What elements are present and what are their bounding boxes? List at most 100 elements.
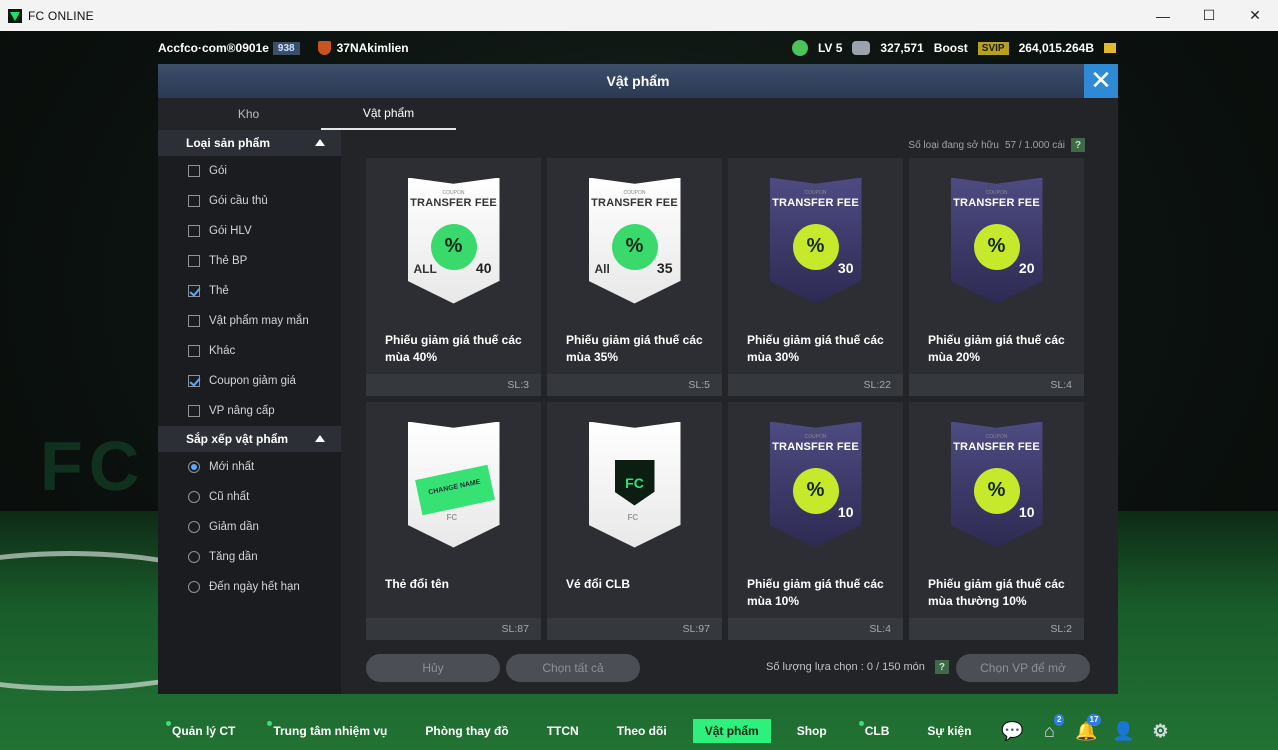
boost-label: Boost	[933, 41, 968, 55]
filter-option[interactable]: Gói HLV	[158, 216, 341, 246]
notification-badge: 17	[1086, 714, 1102, 726]
filter-title: Loại sản phẩm	[186, 136, 271, 150]
checkbox[interactable]	[188, 405, 200, 417]
sort-option[interactable]: Đến ngày hết hạn	[158, 572, 341, 602]
item-card[interactable]: COUPON TRANSFER FEE % 10 Phiếu giảm giá …	[909, 402, 1084, 640]
sort-header[interactable]: Sắp xếp vật phẩm	[158, 426, 341, 452]
close-icon[interactable]: ✕	[1084, 64, 1118, 98]
filter-option-label: Thẻ BP	[209, 255, 248, 267]
sort-option[interactable]: Giảm dần	[158, 512, 341, 542]
item-quantity: SL:5	[547, 374, 722, 396]
percent-seal-icon: %	[973, 223, 1020, 270]
filter-option-label: Vật phẩm may mắn	[209, 315, 309, 327]
checkbox[interactable]	[188, 315, 200, 327]
club-shield-icon	[317, 41, 331, 55]
coupon-title: TRANSFER FEE	[953, 440, 1040, 453]
nav-item[interactable]: Sự kiện	[915, 719, 983, 743]
coupon-title: TRANSFER FEE	[772, 196, 859, 209]
radio-button[interactable]	[188, 551, 200, 563]
filter-option[interactable]: Thẻ	[158, 276, 341, 306]
select-all-button[interactable]: Chọn tất cả	[506, 654, 640, 682]
filter-option[interactable]: Gói	[158, 156, 341, 186]
item-card[interactable]: COUPON TRANSFER FEE % 20 Phiếu giảm giá …	[909, 158, 1084, 396]
collapse-icon[interactable]	[315, 435, 325, 442]
item-name: Phiếu giảm giá thuế các mùa 10%	[747, 577, 884, 608]
level-text: LV 5	[817, 41, 843, 55]
sort-option[interactable]: Mới nhất	[158, 452, 341, 482]
filter-option[interactable]: Gói cầu thủ	[158, 186, 341, 216]
percent-seal-icon: %	[792, 467, 839, 514]
radio-button[interactable]	[188, 581, 200, 593]
checkbox[interactable]	[188, 225, 200, 237]
item-card[interactable]: FC FC Vé đổi CLB SL:97	[547, 402, 722, 640]
nav-item[interactable]: TTCN	[535, 719, 591, 743]
item-card[interactable]: CHANGE NAME FC Thẻ đổi tên SL:87	[366, 402, 541, 640]
coupon-small-label: COUPON	[623, 189, 646, 196]
radio-button[interactable]	[188, 491, 200, 503]
coupon-percent: 40	[475, 259, 492, 276]
nav-item[interactable]: Quản lý CT	[160, 719, 247, 743]
item-quantity: SL:87	[366, 618, 541, 640]
tab-vat-pham[interactable]: Vật phẩm	[321, 98, 456, 130]
items-dialog: Vật phẩm ✕ Kho Vật phẩm Loại sản phẩm Gó…	[158, 64, 1118, 694]
settings-icon[interactable]: ⚙	[1149, 721, 1171, 741]
owned-label: Số loại đang sở hữu	[908, 139, 999, 151]
coupon-title: TRANSFER FEE	[591, 196, 678, 209]
coupon-title: TRANSFER FEE	[772, 440, 859, 453]
settings-icon-glyph: ⚙	[1152, 721, 1169, 741]
item-card[interactable]: COUPON TRANSFER FEE % ALL 40 Phiếu giảm …	[366, 158, 541, 396]
tab-kho[interactable]: Kho	[158, 98, 339, 130]
filter-header[interactable]: Loại sản phẩm	[158, 130, 341, 156]
coupon-image: COUPON TRANSFER FEE % 20	[950, 177, 1043, 304]
sort-option-label: Tăng dần	[209, 551, 258, 563]
points-icon	[852, 41, 871, 55]
close-window-button[interactable]: ✕	[1232, 0, 1278, 31]
nav-item[interactable]: Vật phẩm	[692, 719, 771, 743]
help-icon[interactable]: ?	[1071, 138, 1085, 152]
filter-option[interactable]: VP nâng cấp	[158, 396, 341, 426]
nav-item[interactable]: Shop	[785, 719, 839, 743]
radio-button[interactable]	[188, 521, 200, 533]
coin-icon	[1104, 43, 1116, 53]
collapse-icon[interactable]	[315, 139, 325, 146]
checkbox[interactable]	[188, 255, 200, 267]
sort-option[interactable]: Cũ nhất	[158, 482, 341, 512]
coupon-image: COUPON TRANSFER FEE % ALL 40	[407, 177, 500, 304]
nav-item[interactable]: Trung tâm nhiệm vụ	[261, 719, 399, 743]
dialog-tabs: Kho Vật phẩm	[158, 98, 1118, 130]
coupon-percent: 20	[1018, 259, 1035, 276]
filter-option[interactable]: Thẻ BP	[158, 246, 341, 276]
svip-badge: SVIP	[977, 41, 1009, 55]
checkbox[interactable]	[188, 285, 200, 297]
minimize-button[interactable]: —	[1140, 0, 1186, 31]
item-card[interactable]: COUPON TRANSFER FEE % All 35 Phiếu giảm …	[547, 158, 722, 396]
item-name: Phiếu giảm giá thuế các mùa thường 10%	[928, 577, 1065, 608]
checkbox[interactable]	[188, 345, 200, 357]
items-grid: COUPON TRANSFER FEE % ALL 40 Phiếu giảm …	[366, 158, 1086, 640]
nav-item[interactable]: CLB	[853, 719, 902, 743]
bell-icon[interactable]: 🔔 17	[1075, 714, 1102, 741]
help-icon[interactable]: ?	[934, 660, 949, 674]
filter-option[interactable]: Coupon giảm giá	[158, 366, 341, 396]
item-quantity: SL:22	[728, 374, 903, 396]
home-icon[interactable]: ⌂ 2	[1038, 714, 1065, 741]
checkbox[interactable]	[188, 375, 200, 387]
checkbox[interactable]	[188, 195, 200, 207]
filter-option[interactable]: Khác	[158, 336, 341, 366]
maximize-button[interactable]: ☐	[1186, 0, 1232, 31]
item-name: Phiếu giảm giá thuế các mùa 20%	[928, 333, 1065, 364]
item-quantity: SL:4	[909, 374, 1084, 396]
profile-icon[interactable]: 👤	[1112, 721, 1134, 741]
radio-button[interactable]	[188, 461, 200, 473]
filter-option[interactable]: Vật phẩm may mắn	[158, 306, 341, 336]
nav-item[interactable]: Phòng thay đồ	[413, 719, 520, 743]
cancel-button[interactable]: Hủy	[366, 654, 500, 682]
checkbox[interactable]	[188, 165, 200, 177]
sort-option[interactable]: Tăng dần	[158, 542, 341, 572]
chat-icon[interactable]: 💬	[1001, 721, 1023, 741]
item-card[interactable]: COUPON TRANSFER FEE % 10 Phiếu giảm giá …	[728, 402, 903, 640]
open-item-button[interactable]: Chọn VP để mở	[956, 654, 1090, 682]
nav-item[interactable]: Theo dõi	[605, 719, 679, 743]
coupon-percent: 35	[656, 259, 673, 276]
item-card[interactable]: COUPON TRANSFER FEE % 30 Phiếu giảm giá …	[728, 158, 903, 396]
